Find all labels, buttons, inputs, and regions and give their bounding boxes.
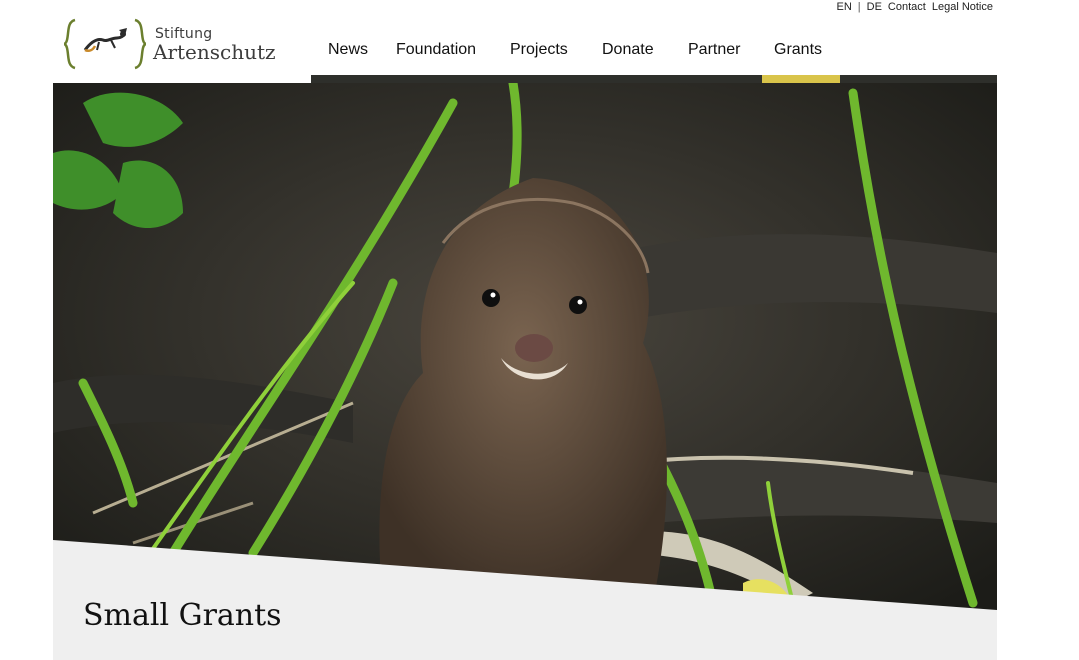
contact-link[interactable]: Contact bbox=[888, 1, 926, 13]
language-en-link[interactable]: EN bbox=[837, 1, 852, 13]
active-nav-indicator bbox=[762, 75, 840, 83]
nav-item-donate[interactable]: Donate bbox=[585, 36, 671, 66]
nav-item-partner[interactable]: Partner bbox=[671, 36, 757, 66]
language-separator: | bbox=[857, 1, 861, 13]
navigation-bar-underline bbox=[311, 75, 997, 83]
nav-item-projects[interactable]: Projects bbox=[493, 36, 585, 66]
content-section: Small Grants bbox=[53, 520, 997, 660]
top-utility-bar: EN | DE Contact Legal Notice bbox=[837, 0, 994, 14]
nav-item-news[interactable]: News bbox=[311, 36, 379, 66]
logo-text-line2: Artenschutz bbox=[153, 40, 276, 64]
main-navigation: News Foundation Projects Donate Partner … bbox=[311, 36, 839, 76]
site-logo[interactable]: Stiftung Artenschutz bbox=[63, 16, 276, 70]
nav-item-grants[interactable]: Grants bbox=[757, 36, 839, 66]
legal-notice-link[interactable]: Legal Notice bbox=[932, 1, 993, 13]
language-de-link[interactable]: DE bbox=[867, 1, 882, 13]
nav-item-foundation[interactable]: Foundation bbox=[379, 36, 493, 66]
page-title: Small Grants bbox=[83, 598, 282, 633]
logo-emblem-icon bbox=[63, 18, 147, 70]
